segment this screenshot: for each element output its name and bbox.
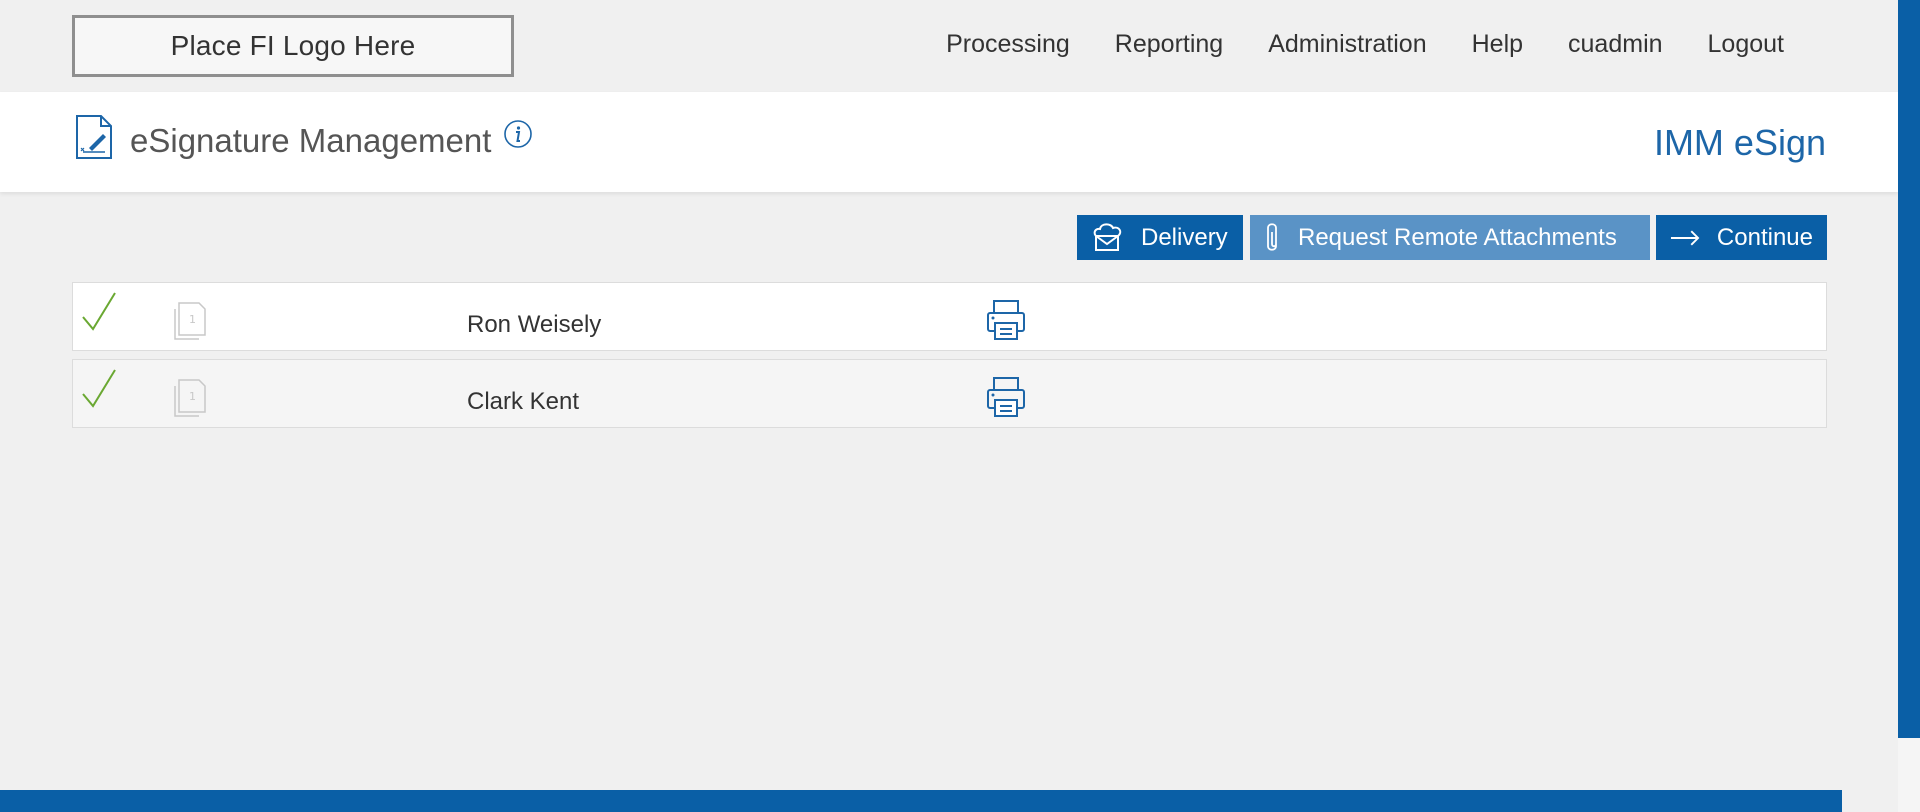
signer-row: 1 Ron Weisely xyxy=(72,282,1827,351)
page-title: eSignature Management xyxy=(130,122,492,159)
top-header: Place FI Logo Here Processing Reporting … xyxy=(0,0,1898,92)
nav-reporting[interactable]: Reporting xyxy=(1115,30,1223,59)
signer-name: Ron Weisely xyxy=(467,311,602,338)
paperclip-icon xyxy=(1267,222,1277,251)
scrollbar-thumb[interactable] xyxy=(1898,0,1920,738)
arrow-right-icon xyxy=(1670,230,1700,245)
title-band: eSignature Management IMM eSign xyxy=(0,92,1898,192)
continue-button[interactable]: Continue xyxy=(1656,215,1827,260)
info-icon[interactable] xyxy=(503,119,533,149)
nav-processing[interactable]: Processing xyxy=(946,30,1070,59)
cloud-envelope-icon xyxy=(1093,222,1122,251)
document-pages-icon: 1 xyxy=(174,379,206,417)
signature-document-icon xyxy=(76,115,112,159)
page-count: 1 xyxy=(189,390,196,403)
signer-row: 1 Clark Kent xyxy=(72,359,1827,428)
nav-help[interactable]: Help xyxy=(1472,30,1523,59)
footer-bar xyxy=(0,790,1842,812)
delivery-label: Delivery xyxy=(1141,223,1228,251)
nav-logout[interactable]: Logout xyxy=(1708,30,1784,59)
logo-placeholder[interactable]: Place FI Logo Here xyxy=(72,15,514,77)
nav-user[interactable]: cuadmin xyxy=(1568,30,1663,59)
delivery-button[interactable]: Delivery xyxy=(1077,215,1243,260)
main-nav: Processing Reporting Administration Help… xyxy=(946,30,1784,59)
request-remote-attachments-button[interactable]: Request Remote Attachments xyxy=(1250,215,1650,260)
printer-icon[interactable] xyxy=(986,376,1026,418)
document-pages-icon: 1 xyxy=(174,302,206,340)
check-icon xyxy=(82,292,116,331)
logo-text: Place FI Logo Here xyxy=(170,30,416,61)
continue-label: Continue xyxy=(1716,223,1813,251)
printer-icon[interactable] xyxy=(986,299,1026,341)
brand-name: IMM eSign xyxy=(1653,122,1826,163)
nav-administration[interactable]: Administration xyxy=(1268,30,1426,59)
page-count: 1 xyxy=(189,313,196,326)
signer-name: Clark Kent xyxy=(467,388,580,415)
request-remote-attachments-label: Request Remote Attachments xyxy=(1298,223,1617,251)
check-icon xyxy=(82,369,116,408)
